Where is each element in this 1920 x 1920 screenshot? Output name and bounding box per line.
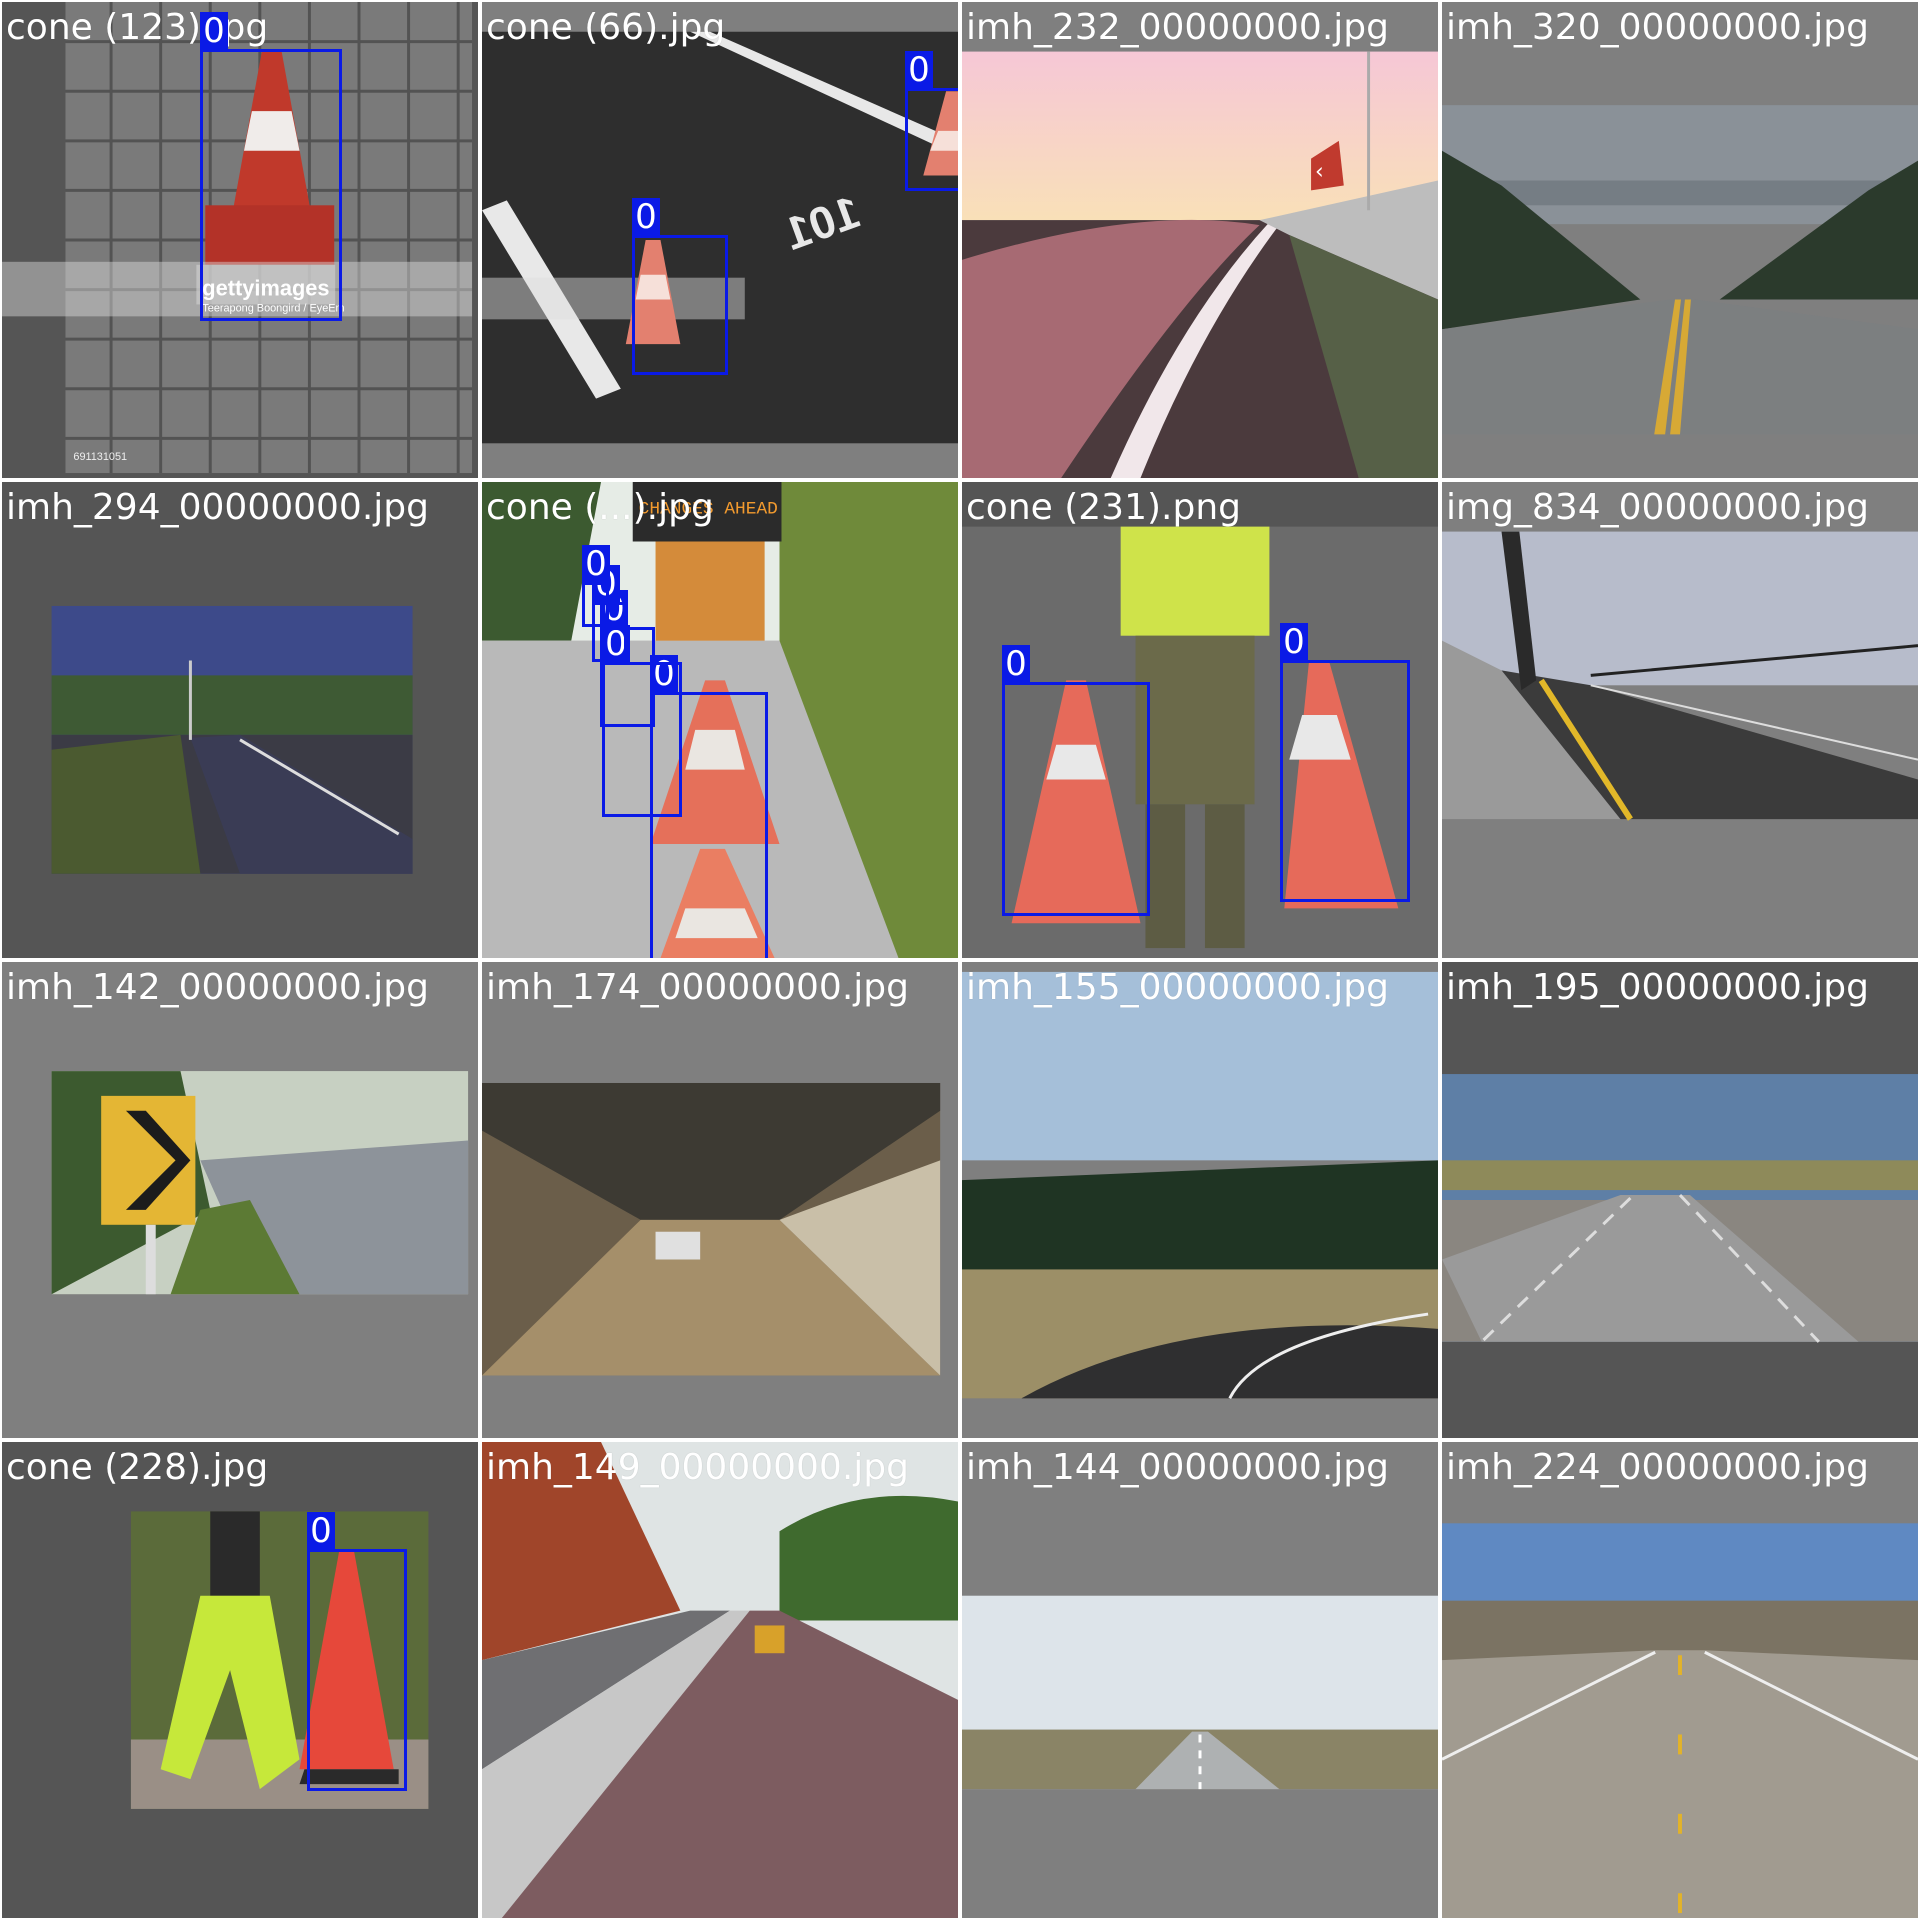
tile-cone-228: cone (228).jpg 0: [0, 1440, 480, 1920]
detection-box: 0: [307, 1512, 407, 1791]
tile-filename: cone (...).jpg: [486, 487, 714, 528]
tile-cone-roadwork: CHANGES AHEAD cone (...).jpg 0 0 0 0 0: [480, 480, 960, 960]
tile-imh-294: imh_294_00000000.jpg: [0, 480, 480, 960]
class-label: 0: [632, 198, 660, 236]
tile-filename: imh_142_00000000.jpg: [6, 967, 429, 1008]
tile-cone-231: cone (231).png 0 0: [960, 480, 1440, 960]
photo-country-road: [2, 482, 478, 958]
tile-img-834: img_834_00000000.jpg: [1440, 480, 1920, 960]
tile-filename: imh_232_00000000.jpg: [966, 7, 1389, 48]
tile-imh-224: imh_224_00000000.jpg: [1440, 1440, 1920, 1920]
detection-box: 0: [632, 198, 728, 375]
tile-filename: cone (228).jpg: [6, 1447, 269, 1488]
tile-imh-232: ‹ imh_232_00000000.jpg: [960, 0, 1440, 480]
class-label: 0: [200, 12, 228, 50]
tile-filename: cone (123).jpg: [6, 7, 269, 48]
detection-box: 0: [905, 51, 958, 191]
class-label: 0: [307, 1512, 335, 1550]
detection-box: 0: [582, 545, 610, 627]
detection-box: 0: [1002, 645, 1150, 916]
photo-forest-curve-road: [962, 962, 1438, 1438]
photo-straight-road-horizon: [962, 1442, 1438, 1918]
photo-curved-road-sunset: ‹: [962, 2, 1438, 478]
detection-box: 0: [200, 12, 342, 321]
tile-filename: cone (231).png: [966, 487, 1241, 528]
tile-cone-123: gettyimages Teerapong Boongird / EyeEm 6…: [0, 0, 480, 480]
tile-filename: imh_174_00000000.jpg: [486, 967, 909, 1008]
class-label: 0: [905, 51, 933, 89]
photo-highway-forest: [1442, 2, 1918, 478]
detection-mosaic: gettyimages Teerapong Boongird / EyeEm 6…: [0, 0, 1920, 1920]
class-label: 0: [1280, 623, 1308, 661]
tile-cone-66: 101 cone (66).jpg 0 0: [480, 0, 960, 480]
tile-imh-149: imh_149_00000000.jpg: [480, 1440, 960, 1920]
photo-desert-road: [1442, 1442, 1918, 1918]
photo-tunnel: [482, 962, 958, 1438]
class-label: 0: [1002, 645, 1030, 683]
watermark-id: 691131051: [73, 451, 127, 463]
tile-filename: imh_320_00000000.jpg: [1446, 7, 1869, 48]
photo-bridge-road: [1442, 482, 1918, 958]
tile-imh-195: imh_195_00000000.jpg: [1440, 960, 1920, 1440]
svg-text:‹: ‹: [1315, 160, 1324, 185]
tile-filename: imh_294_00000000.jpg: [6, 487, 429, 528]
tile-filename: imh_224_00000000.jpg: [1446, 1447, 1869, 1488]
tile-imh-155: imh_155_00000000.jpg: [960, 960, 1440, 1440]
photo-divided-highway: [482, 1442, 958, 1918]
tile-imh-144: imh_144_00000000.jpg: [960, 1440, 1440, 1920]
photo-chevron-sign-road: [2, 962, 478, 1438]
tile-imh-174: imh_174_00000000.jpg: [480, 960, 960, 1440]
tile-imh-320: imh_320_00000000.jpg: [1440, 0, 1920, 480]
tile-filename: img_834_00000000.jpg: [1446, 487, 1870, 528]
tile-filename: imh_149_00000000.jpg: [486, 1447, 909, 1488]
photo-rural-highway: [1442, 962, 1918, 1438]
class-label: 0: [582, 545, 610, 583]
tile-filename: imh_144_00000000.jpg: [966, 1447, 1389, 1488]
tile-filename: imh_155_00000000.jpg: [966, 967, 1389, 1008]
tile-imh-142: imh_142_00000000.jpg: [0, 960, 480, 1440]
detection-box: 0: [1280, 623, 1410, 902]
tile-filename: imh_195_00000000.jpg: [1446, 967, 1869, 1008]
tile-filename: cone (66).jpg: [486, 7, 726, 48]
